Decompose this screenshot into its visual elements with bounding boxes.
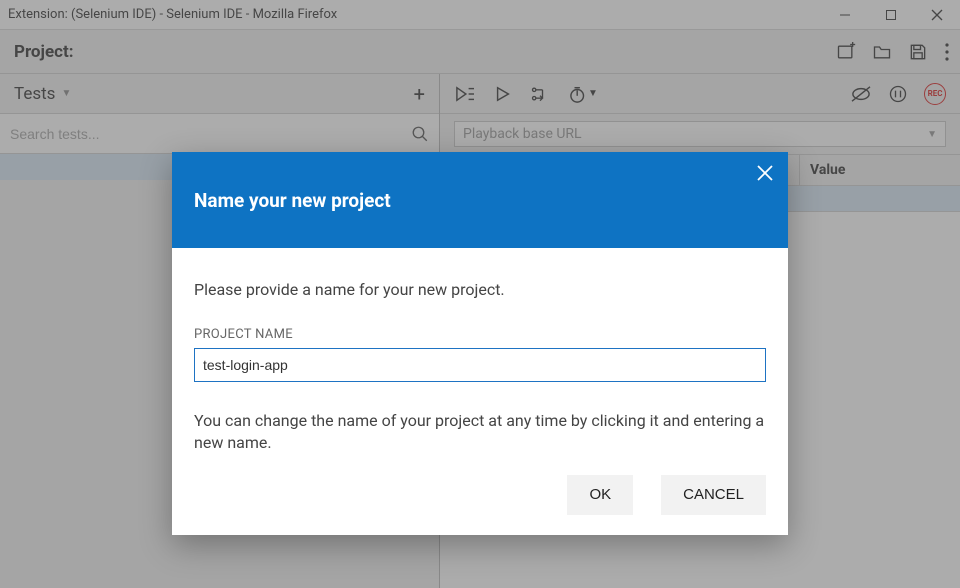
modal-hint: You can change the name of your project … [194, 410, 766, 455]
name-project-modal: Name your new project Please provide a n… [172, 152, 788, 535]
modal-overlay: Name your new project Please provide a n… [0, 0, 960, 588]
close-icon[interactable] [756, 164, 774, 182]
project-name-label: PROJECT NAME [194, 327, 766, 342]
ok-button[interactable]: OK [567, 475, 633, 515]
modal-intro: Please provide a name for your new proje… [194, 280, 766, 299]
modal-title: Name your new project [194, 189, 391, 212]
cancel-button[interactable]: CANCEL [661, 475, 766, 515]
project-name-input[interactable] [194, 348, 766, 382]
